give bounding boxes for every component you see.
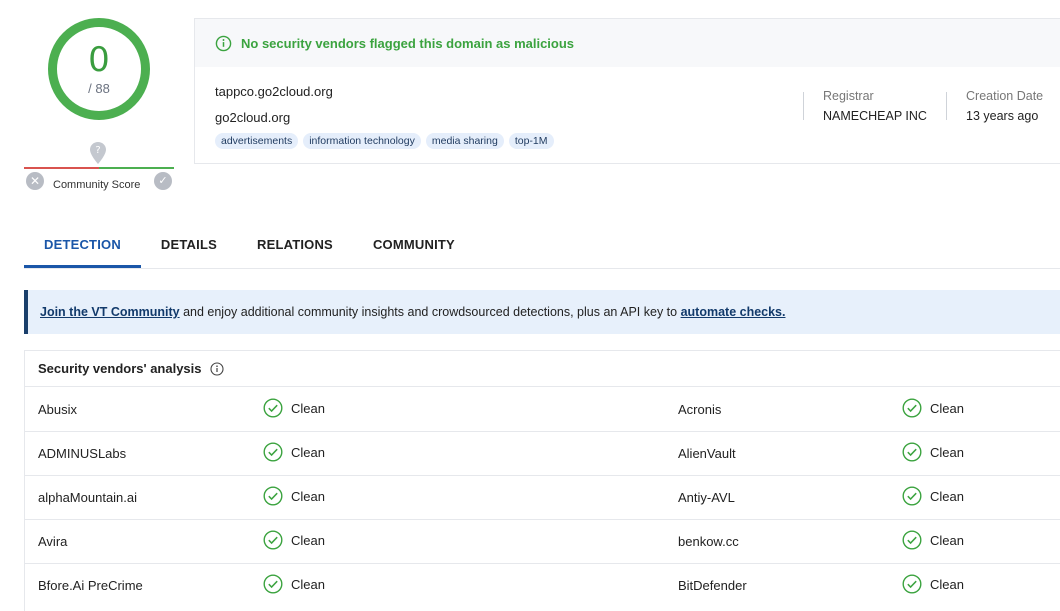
domain-tags: advertisements information technology me…: [215, 133, 554, 149]
result-label: Clean: [291, 532, 325, 548]
info-circle-icon: [215, 35, 232, 51]
result-label: Clean: [291, 488, 325, 504]
domain-info-card: No security vendors flagged this domain …: [194, 18, 1060, 164]
result-label: Clean: [930, 444, 964, 460]
check-circle-icon: [263, 574, 283, 594]
vendor-name: Abusix: [38, 402, 78, 417]
result-label: Clean: [291, 444, 325, 460]
community-score: ? ✕ Community Score ✓: [24, 140, 174, 196]
result-label: Clean: [930, 576, 964, 592]
registrar-value: NAMECHEAP INC: [823, 109, 927, 123]
vendor-name: Bfore.Ai PreCrime: [38, 578, 143, 593]
vendor-total: / 88: [88, 80, 110, 96]
tag-top-1m[interactable]: top-1M: [508, 133, 554, 149]
vote-malicious-icon[interactable]: ✕: [26, 172, 44, 190]
vendor-result: Clean: [263, 574, 325, 594]
check-circle-icon: [263, 442, 283, 462]
vendor-name: benkow.cc: [678, 534, 739, 549]
tab-detection[interactable]: DETECTION: [24, 228, 141, 268]
vendor-result: Clean: [902, 574, 964, 594]
vendor-name: Acronis: [678, 402, 722, 417]
community-score-bar: [24, 167, 174, 169]
meta-divider: [803, 92, 804, 120]
creation-date-value: 13 years ago: [966, 109, 1039, 123]
meta-divider: [946, 92, 947, 120]
vendor-result: Clean: [902, 530, 964, 550]
vendor-name: AlienVault: [678, 446, 736, 461]
vendor-name: Avira: [38, 534, 68, 549]
vendor-name: ADMINUSLabs: [38, 446, 127, 461]
status-banner-text: No security vendors flagged this domain …: [241, 35, 575, 51]
result-label: Clean: [291, 400, 325, 416]
detection-score-gauge: 0 / 88: [48, 18, 150, 120]
analysis-header: Security vendors' analysis: [25, 351, 1060, 387]
result-label: Clean: [930, 488, 964, 504]
vendor-result: Clean: [263, 442, 325, 462]
vendor-name: alphaMountain.ai: [38, 490, 138, 505]
info-icon[interactable]: [209, 361, 224, 376]
check-circle-icon: [263, 530, 283, 550]
check-circle-icon: [902, 398, 922, 418]
detection-count: 0: [88, 39, 110, 80]
registrar-block: Registrar NAMECHEAP INC: [823, 89, 927, 123]
check-circle-icon: [902, 530, 922, 550]
vendor-result: Clean: [263, 398, 325, 418]
vendor-result: Clean: [902, 398, 964, 418]
tag-information-technology[interactable]: information technology: [303, 133, 421, 149]
check-circle-icon: [263, 398, 283, 418]
creation-date-block: Creation Date 13 years ago: [966, 89, 1043, 123]
vendor-name: Antiy-AVL: [678, 490, 735, 505]
join-community-link[interactable]: Join the VT Community: [40, 305, 180, 319]
table-row: Abusix Clean Acronis Clean: [25, 388, 1060, 432]
table-row: alphaMountain.ai Clean Antiy-AVL Clean: [25, 476, 1060, 520]
result-label: Clean: [291, 576, 325, 592]
svg-text:?: ?: [95, 145, 100, 156]
tab-community[interactable]: COMMUNITY: [353, 228, 475, 268]
table-row: Bfore.Ai PreCrime Clean BitDefender Clea…: [25, 564, 1060, 608]
check-circle-icon: [902, 442, 922, 462]
check-circle-icon: [263, 486, 283, 506]
score-ring: 0 / 88: [48, 18, 150, 120]
community-score-label: Community Score: [53, 179, 141, 191]
location-pin-icon: ?: [90, 142, 106, 164]
tab-details[interactable]: DETAILS: [141, 228, 237, 268]
tag-media-sharing[interactable]: media sharing: [425, 133, 504, 149]
status-banner: No security vendors flagged this domain …: [195, 19, 1060, 67]
result-label: Clean: [930, 400, 964, 416]
parent-domain[interactable]: go2cloud.org: [215, 110, 290, 125]
check-circle-icon: [902, 486, 922, 506]
vote-harmless-icon[interactable]: ✓: [154, 172, 172, 190]
vendor-result: Clean: [902, 442, 964, 462]
creation-date-label: Creation Date: [966, 89, 1044, 103]
table-row: Avira Clean benkow.cc Clean: [25, 520, 1060, 564]
vendor-result: Clean: [902, 486, 964, 506]
vendor-result: Clean: [263, 530, 325, 550]
security-vendors-analysis: Security vendors' analysis Abusix Clean …: [24, 350, 1060, 611]
registrar-label: Registrar: [823, 89, 874, 103]
vendor-result: Clean: [263, 486, 325, 506]
domain-name[interactable]: tappco.go2cloud.org: [215, 84, 333, 99]
table-row: ADMINUSLabs Clean AlienVault Clean: [25, 432, 1060, 476]
result-label: Clean: [930, 532, 964, 548]
tabs-divider: [24, 268, 1060, 269]
tab-relations[interactable]: RELATIONS: [237, 228, 353, 268]
join-banner-text: and enjoy additional community insights …: [179, 305, 681, 319]
check-circle-icon: [902, 574, 922, 594]
analysis-title: Security vendors' analysis: [38, 361, 202, 376]
join-community-banner: Join the VT Community and enjoy addition…: [24, 290, 1060, 334]
tag-advertisements[interactable]: advertisements: [215, 133, 299, 149]
automate-checks-link[interactable]: automate checks.: [681, 305, 786, 319]
main-tabs: DETECTION DETAILS RELATIONS COMMUNITY: [24, 228, 475, 268]
vendor-name: BitDefender: [678, 578, 747, 593]
